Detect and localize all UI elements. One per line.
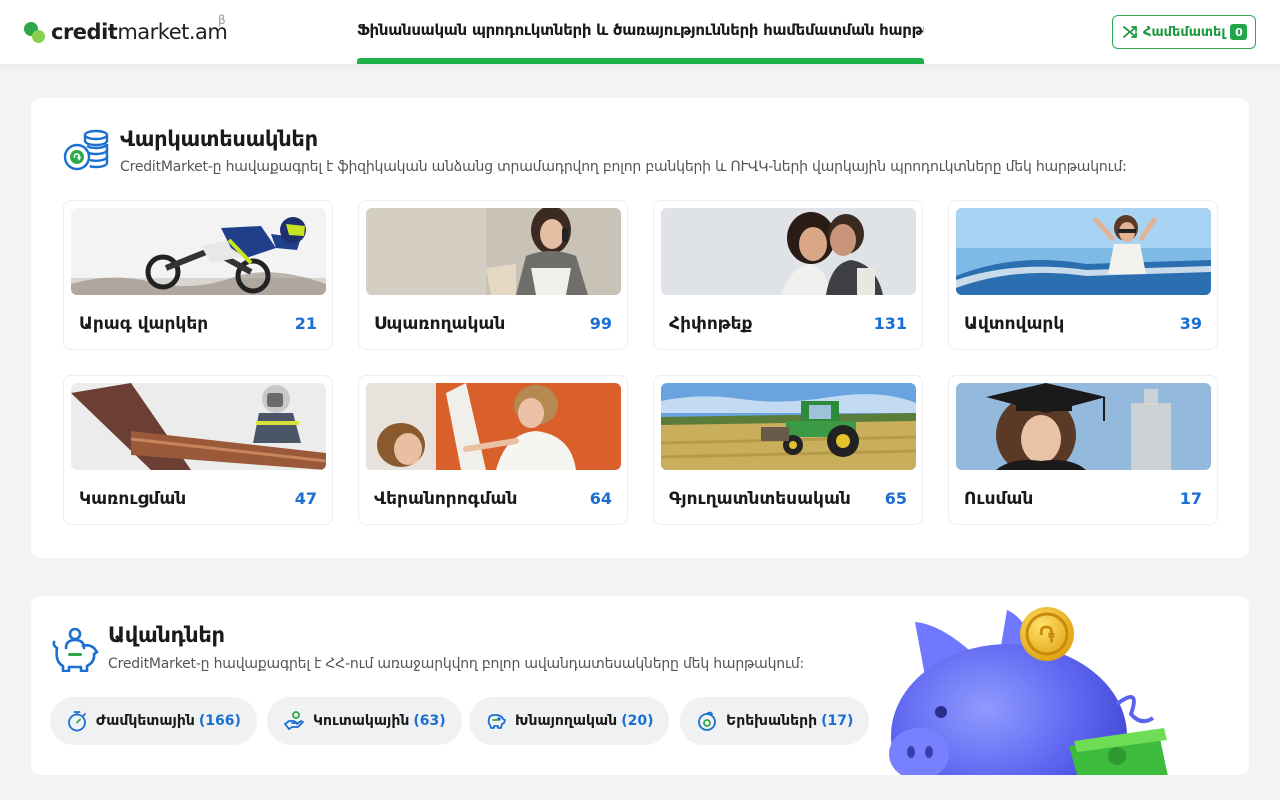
- shuffle-icon: [1123, 26, 1137, 38]
- compare-label: Համեմատել: [1143, 24, 1226, 40]
- piggy-bank-person-icon: [52, 627, 99, 672]
- woman-shopping-phone-image: [366, 208, 621, 295]
- header-tagline: Ֆինանսական պրոդուկտների և ծառայություննե…: [357, 21, 924, 39]
- loan-tile-count: 39: [1179, 314, 1202, 333]
- deposit-type-label: Խնայողական: [515, 713, 618, 729]
- loan-tile-auto[interactable]: Ավտովարկ 39: [948, 200, 1218, 350]
- deposit-type-label: Ժամկետային: [96, 713, 195, 729]
- welder-worker-image: [71, 383, 326, 470]
- woman-in-convertible-image: [956, 208, 1211, 295]
- loan-tile-label: Արագ վարկեր: [79, 314, 209, 334]
- deposit-type-label: Երեխաների: [726, 713, 818, 729]
- deposit-type-term[interactable]: Ժամկետային (166): [50, 697, 257, 745]
- loan-types-section: ֏ Վարկատեսակներ CreditMarket-ը հավաքագրե…: [31, 98, 1249, 558]
- logo-wordmark: creditmarket.am: [51, 20, 228, 44]
- loan-tile-label: Կառուցման: [79, 489, 187, 509]
- baby-coin-icon: [696, 710, 718, 732]
- mother-child-painting-image: [366, 383, 621, 470]
- deposit-type-count: (166): [198, 713, 241, 729]
- loan-tile-label: Սպառողական: [374, 314, 506, 334]
- loan-tile-count: 65: [884, 489, 907, 508]
- loan-tile-count: 131: [873, 314, 907, 333]
- loan-tile-count: 64: [589, 489, 612, 508]
- hand-coins-icon: [283, 710, 305, 732]
- logo-mark-icon: [24, 19, 48, 45]
- loans-section-description: CreditMarket-ը հավաքագրել է ֆիզիկական ան…: [120, 159, 1127, 175]
- active-indicator-bar: [357, 58, 924, 64]
- site-logo[interactable]: creditmarket.am β: [24, 13, 228, 47]
- loan-tile-renovation[interactable]: Վերանորոգման 64: [358, 375, 628, 525]
- loan-tile-label: Վերանորոգման: [374, 489, 518, 509]
- piggy-bank-icon: [485, 710, 507, 732]
- loan-tile-count: 21: [294, 314, 317, 333]
- loan-tile-label: Ավտովարկ: [964, 314, 1065, 334]
- deposit-type-count: (20): [621, 713, 654, 729]
- coins-stack-icon: ֏: [63, 129, 109, 171]
- loan-tile-count: 47: [294, 489, 317, 508]
- loan-tile-education[interactable]: Ուսման 17: [948, 375, 1218, 525]
- blue-piggy-bank-illustration: ֏: [889, 607, 1168, 775]
- beta-badge: β: [218, 13, 226, 27]
- tractor-field-image: [661, 383, 916, 470]
- svg-text:֏: ֏: [1039, 623, 1055, 648]
- loan-tile-label: Ուսման: [964, 489, 1034, 509]
- compare-count-badge: 0: [1230, 24, 1248, 40]
- deposit-type-count: (17): [821, 713, 854, 729]
- deposit-type-savings[interactable]: Խնայողական (20): [469, 697, 670, 745]
- loans-section-title: Վարկատեսակներ: [120, 127, 318, 151]
- couple-kissing-image: [661, 208, 916, 295]
- loan-tile-label: Հիփոթեք: [669, 314, 753, 334]
- deposits-section-title: Ավանդներ: [108, 623, 225, 647]
- deposit-type-label: Կուտակային: [313, 713, 410, 729]
- loan-tile-fast[interactable]: Արագ վարկեր 21: [63, 200, 333, 350]
- loan-tile-agriculture[interactable]: Գյուղատնտեսական 65: [653, 375, 923, 525]
- deposit-type-children[interactable]: Երեխաների (17): [680, 697, 870, 745]
- compare-button[interactable]: Համեմատել 0: [1112, 15, 1256, 49]
- svg-text:֏: ֏: [73, 152, 81, 164]
- loan-tile-count: 17: [1179, 489, 1202, 508]
- stopwatch-icon: [66, 710, 88, 732]
- motocross-rider-image: [71, 208, 326, 295]
- graduate-woman-image: [956, 383, 1211, 470]
- loan-tile-consumer[interactable]: Սպառողական 99: [358, 200, 628, 350]
- deposits-section-description: CreditMarket-ը հավաքագրել է ՀՀ-ում առաջա…: [108, 656, 805, 672]
- loan-tile-label: Գյուղատնտեսական: [669, 489, 851, 509]
- loan-tile-mortgage[interactable]: Հիփոթեք 131: [653, 200, 923, 350]
- deposit-type-count: (63): [413, 713, 446, 729]
- loan-tile-construction[interactable]: Կառուցման 47: [63, 375, 333, 525]
- deposit-type-accumulative[interactable]: Կուտակային (63): [267, 697, 462, 745]
- deposit-types-section: Ավանդներ CreditMarket-ը հավաքագրել է ՀՀ-…: [31, 596, 1249, 775]
- loan-tile-count: 99: [589, 314, 612, 333]
- top-header: creditmarket.am β Ֆինանսական պրոդուկտներ…: [0, 0, 1280, 64]
